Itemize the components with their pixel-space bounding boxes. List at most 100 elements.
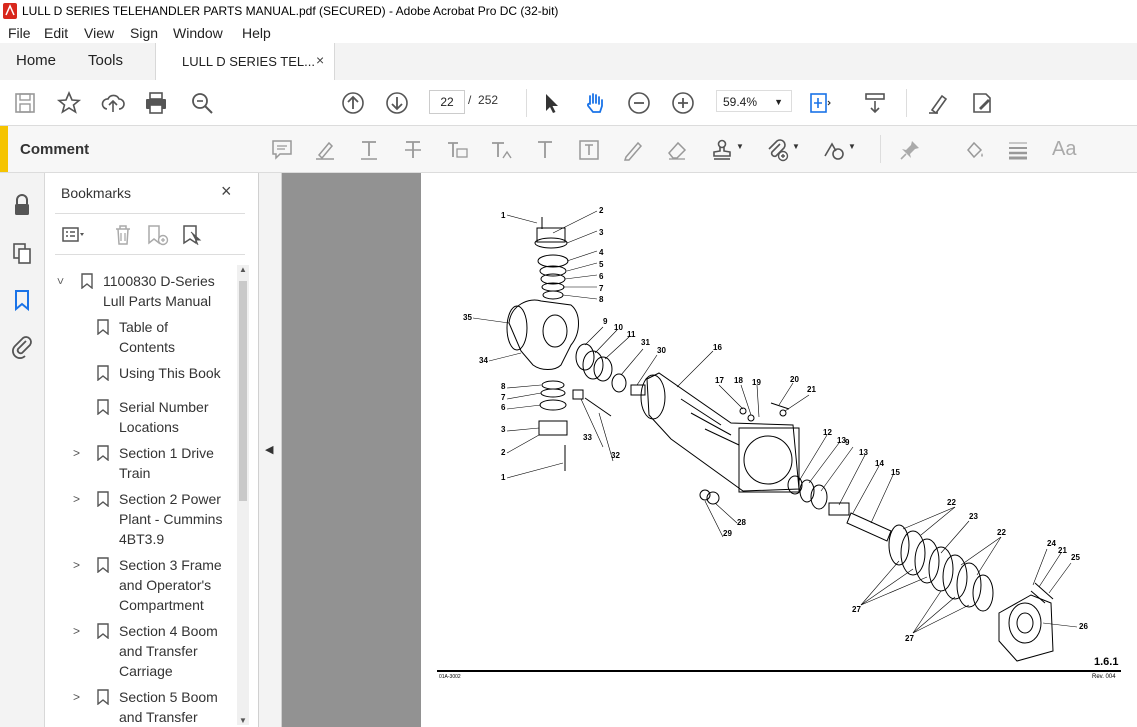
callout-29: 29 — [723, 529, 732, 538]
callout-5: 5 — [599, 260, 604, 269]
close-icon[interactable]: × — [221, 181, 232, 202]
callout-21: 21 — [807, 385, 816, 394]
prev-page-icon[interactable] — [340, 90, 366, 116]
menu-sign[interactable]: Sign — [130, 25, 158, 41]
save-icon[interactable] — [12, 90, 38, 116]
text-properties-icon[interactable]: Aa — [1052, 138, 1076, 161]
callout-19: 19 — [752, 378, 761, 387]
attach-dropdown-icon[interactable]: ▼ — [792, 142, 800, 151]
bookmarks-panel-icon[interactable] — [10, 288, 34, 312]
scroll-down-icon[interactable]: ▼ — [239, 716, 247, 725]
tab-document[interactable]: LULL D SERIES TEL... × — [155, 43, 335, 80]
tab-home[interactable]: Home — [16, 52, 56, 69]
zoom-search-icon[interactable] — [189, 90, 215, 116]
bookmark-label: 1100830 D-Series Lull Parts Manual — [103, 273, 215, 309]
callout-8b: 8 — [501, 382, 506, 391]
find-bookmark-icon[interactable] — [180, 223, 204, 247]
attachments-icon[interactable] — [10, 335, 34, 359]
fill-sign-icon[interactable] — [926, 90, 952, 116]
menu-bar: File Edit View Sign Window Help — [0, 22, 1137, 44]
bookmarks-scrollbar[interactable]: ▲ ▼ — [237, 265, 249, 725]
panel-splitter[interactable]: ◀ — [259, 173, 282, 727]
callout-14: 14 — [875, 459, 884, 468]
menu-window[interactable]: Window — [173, 25, 223, 41]
callout-7: 7 — [599, 284, 604, 293]
bookmark-options-icon[interactable] — [61, 223, 85, 247]
pencil-icon[interactable] — [621, 138, 645, 162]
print-icon[interactable] — [143, 90, 169, 116]
toolbar-divider — [906, 89, 907, 117]
stamp-dropdown-icon[interactable]: ▼ — [736, 142, 744, 151]
page-number-input[interactable]: 22 — [429, 90, 465, 114]
callout-24: 24 — [1047, 539, 1056, 548]
bookmark-label: Section 3 Frame and Operator's Compartme… — [119, 557, 222, 613]
pin-icon[interactable] — [898, 138, 922, 162]
strikethrough-text-icon[interactable] — [401, 138, 425, 162]
edit-pdf-icon[interactable] — [969, 90, 995, 116]
lock-icon[interactable] — [10, 193, 34, 217]
stamp-icon[interactable] — [710, 138, 734, 162]
line-weight-icon[interactable] — [1006, 138, 1030, 162]
bookmark-icon — [97, 491, 109, 507]
bookmark-icon — [97, 365, 109, 381]
callout-9: 9 — [603, 317, 608, 326]
text-box-icon[interactable] — [577, 138, 601, 162]
window-title: LULL D SERIES TELEHANDLER PARTS MANUAL.p… — [22, 4, 559, 18]
chevron-right-icon[interactable]: > — [73, 489, 80, 509]
collapse-panel-icon[interactable]: ◀ — [265, 443, 273, 456]
page-thumbnails-icon[interactable] — [10, 241, 34, 265]
bookmark-label: Section 4 Boom and Transfer Carriage — [119, 623, 218, 679]
eraser-icon[interactable] — [665, 138, 689, 162]
page-separator: / — [468, 93, 472, 107]
bookmark-label: Serial Number Locations — [119, 399, 209, 435]
select-cursor-icon[interactable] — [538, 90, 564, 116]
revision-label: Rev. 004 — [1092, 674, 1116, 680]
tab-tools[interactable]: Tools — [88, 52, 123, 69]
attach-file-icon[interactable] — [765, 138, 789, 162]
tab-row: Home Tools LULL D SERIES TEL... × — [0, 43, 1137, 81]
bookmark-icon — [97, 689, 109, 705]
hand-tool-icon[interactable] — [582, 90, 608, 116]
chevron-right-icon[interactable]: > — [73, 687, 80, 707]
fill-color-icon[interactable] — [962, 138, 986, 162]
insert-text-icon[interactable] — [489, 138, 513, 162]
sticky-note-icon[interactable] — [270, 138, 294, 162]
add-text-icon[interactable] — [533, 138, 557, 162]
callout-15: 15 — [891, 468, 900, 477]
chevron-right-icon[interactable]: > — [73, 443, 80, 463]
tab-close-icon[interactable]: × — [316, 52, 324, 68]
fit-page-icon[interactable] — [806, 90, 832, 116]
menu-help[interactable]: Help — [242, 25, 271, 41]
menu-view[interactable]: View — [84, 25, 114, 41]
chevron-right-icon[interactable]: > — [73, 555, 80, 575]
menu-file[interactable]: File — [8, 25, 31, 41]
chevron-down-icon[interactable]: > — [51, 277, 71, 284]
replace-text-icon[interactable] — [445, 138, 469, 162]
zoom-out-icon[interactable] — [626, 90, 652, 116]
bookmark-label: Section 5 Boom and Transfer — [119, 689, 218, 725]
scroll-up-icon[interactable]: ▲ — [239, 265, 247, 274]
scroll-mode-icon[interactable] — [862, 90, 888, 116]
bookmark-label: Section 2 Power Plant - Cummins 4BT3.9 — [119, 491, 223, 547]
highlight-icon[interactable] — [313, 138, 337, 162]
bookmark-star-icon[interactable] — [56, 90, 82, 116]
scrollbar-thumb[interactable] — [239, 281, 247, 501]
callout-20: 20 — [790, 375, 799, 384]
callout-10: 10 — [614, 323, 623, 332]
zoom-level-select[interactable]: 59.4% ▼ — [716, 90, 792, 112]
callout-27b: 27 — [905, 634, 914, 643]
shapes-dropdown-icon[interactable]: ▼ — [848, 142, 856, 151]
menu-edit[interactable]: Edit — [44, 25, 68, 41]
next-page-icon[interactable] — [384, 90, 410, 116]
callout-6: 6 — [599, 272, 604, 281]
upload-cloud-icon[interactable] — [100, 90, 126, 116]
chevron-right-icon[interactable]: > — [73, 621, 80, 641]
underline-text-icon[interactable] — [357, 138, 381, 162]
callout-23: 23 — [969, 512, 978, 521]
bookmark-icon — [97, 319, 109, 335]
shapes-icon[interactable] — [822, 138, 846, 162]
delete-bookmark-icon[interactable] — [111, 223, 135, 247]
new-bookmark-icon[interactable] — [145, 223, 169, 247]
callout-22: 22 — [947, 498, 956, 507]
zoom-in-icon[interactable] — [670, 90, 696, 116]
